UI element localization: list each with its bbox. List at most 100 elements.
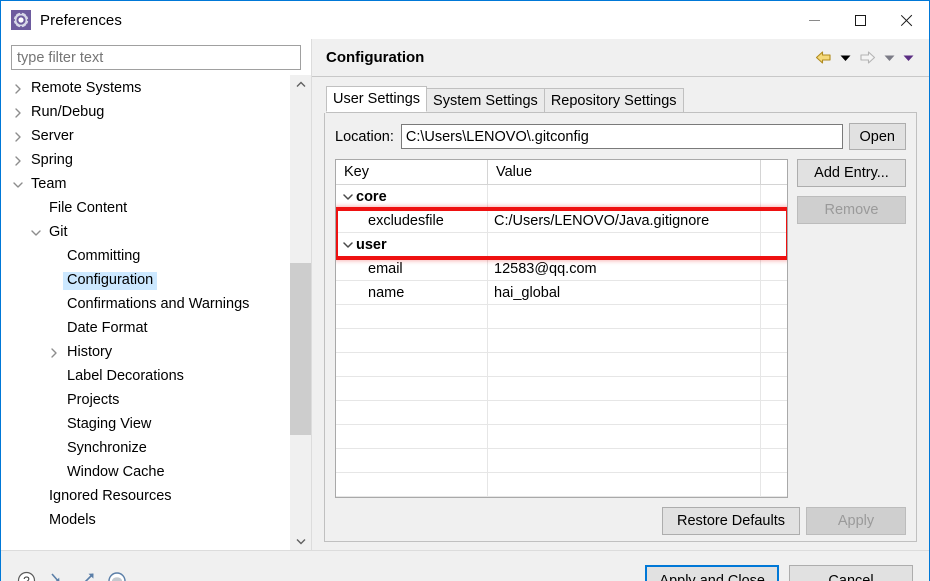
table-body[interactable]: core excludesfile C:/Users/LENOVO/Java.git… xyxy=(336,185,787,497)
table-row[interactable]: excludesfile C:/Users/LENOVO/Java.gitigno… xyxy=(336,209,787,233)
forward-button xyxy=(856,48,879,67)
table-column-header[interactable] xyxy=(761,160,787,184)
sidebar-item-projects[interactable]: Projects xyxy=(1,389,289,413)
tab-repository-settings[interactable]: Repository Settings xyxy=(543,88,684,112)
table-cell-key xyxy=(336,473,488,496)
config-table-area: Key Value core excludesfile C:/Users/LENOVO… xyxy=(335,159,906,498)
tree-scrollbar[interactable] xyxy=(289,75,311,550)
forward-history-menu-button[interactable] xyxy=(881,52,898,64)
sidebar-item-ignored-resources[interactable]: Ignored Resources xyxy=(1,485,289,509)
sidebar-item-synchronize[interactable]: Synchronize xyxy=(1,437,289,461)
table-row-empty[interactable] xyxy=(336,329,787,353)
help-icon: ? xyxy=(17,571,36,581)
sidebar-item-label-decorations[interactable]: Label Decorations xyxy=(1,365,289,389)
sidebar-item-server[interactable]: Server xyxy=(1,125,289,149)
sidebar-item-label: Label Decorations xyxy=(67,368,184,385)
sidebar-item-label: Models xyxy=(49,512,96,529)
cancel-button[interactable]: Cancel xyxy=(789,565,913,581)
sidebar-item-window-cache[interactable]: Window Cache xyxy=(1,461,289,485)
scroll-up-button[interactable] xyxy=(290,75,311,93)
sidebar-item-file-content[interactable]: File Content xyxy=(1,197,289,221)
preferences-tree[interactable]: Remote Systems Run/Debug Server Spring Team F… xyxy=(1,75,289,550)
chevron-down-icon[interactable] xyxy=(9,180,27,190)
sidebar-item-committing[interactable]: Committing xyxy=(1,245,289,269)
table-cell-value xyxy=(488,233,761,256)
sidebar-item-history[interactable]: History xyxy=(1,341,289,365)
import-button[interactable] xyxy=(45,571,67,581)
oomph-record-button[interactable] xyxy=(107,571,127,581)
table-cell-key-text: email xyxy=(368,260,403,277)
tab-label: User Settings xyxy=(333,91,421,107)
add-entry-button[interactable]: Add Entry... xyxy=(797,159,906,187)
maximize-icon xyxy=(854,14,866,26)
chevron-right-icon xyxy=(51,348,57,358)
chevron-down-icon[interactable] xyxy=(340,192,356,202)
back-history-menu-button[interactable] xyxy=(837,52,854,64)
minimize-button[interactable] xyxy=(791,1,837,39)
table-column-header[interactable]: Key xyxy=(336,160,488,184)
chevron-down-icon[interactable] xyxy=(340,240,356,250)
sidebar-item-team[interactable]: Team xyxy=(1,173,289,197)
navigation-pane: Remote Systems Run/Debug Server Spring Team F… xyxy=(1,39,311,550)
preferences-dialog: Preferences Remote Systems Run/Debug Serve… xyxy=(0,0,930,581)
panel-buttons: Restore Defaults Apply xyxy=(335,498,906,535)
table-cell-key xyxy=(336,305,488,328)
table-cell-key: core xyxy=(336,185,488,208)
help-button[interactable]: ? xyxy=(17,571,36,581)
table-row-empty[interactable] xyxy=(336,449,787,473)
sidebar-item-models[interactable]: Models xyxy=(1,509,289,533)
table-row-empty[interactable] xyxy=(336,425,787,449)
scroll-down-button[interactable] xyxy=(290,532,311,550)
window-controls xyxy=(791,1,929,39)
sidebar-item-configuration[interactable]: Configuration xyxy=(1,269,289,293)
table-side-buttons: Add Entry... Remove xyxy=(788,159,906,498)
table-row-empty[interactable] xyxy=(336,305,787,329)
table-row[interactable]: core xyxy=(336,185,787,209)
apply-and-close-button[interactable]: Apply and Close xyxy=(645,565,779,581)
table-row-empty[interactable] xyxy=(336,401,787,425)
dialog-action-buttons: Apply and Close Cancel xyxy=(645,565,913,581)
sidebar-item-git[interactable]: Git xyxy=(1,221,289,245)
close-button[interactable] xyxy=(883,1,929,39)
table-cell-extra xyxy=(761,329,787,352)
restore-defaults-button[interactable]: Restore Defaults xyxy=(662,507,800,535)
sidebar-item-spring[interactable]: Spring xyxy=(1,149,289,173)
sidebar-item-staging-view[interactable]: Staging View xyxy=(1,413,289,437)
table-row-empty[interactable] xyxy=(336,377,787,401)
maximize-button[interactable] xyxy=(837,1,883,39)
chevron-down-icon[interactable] xyxy=(27,228,45,238)
sidebar-item-remote-systems[interactable]: Remote Systems xyxy=(1,77,289,101)
scroll-thumb[interactable] xyxy=(290,263,311,435)
table-cell-extra xyxy=(761,353,787,376)
table-cell-extra xyxy=(761,473,787,496)
table-cell-extra xyxy=(761,233,787,256)
sidebar-item-run-debug[interactable]: Run/Debug xyxy=(1,101,289,125)
table-row[interactable]: user xyxy=(336,233,787,257)
config-table[interactable]: Key Value core excludesfile C:/Users/LENOVO… xyxy=(335,159,788,498)
chevron-right-icon[interactable] xyxy=(9,108,27,118)
table-row[interactable]: email 12583@qq.com xyxy=(336,257,787,281)
sidebar-item-date-format[interactable]: Date Format xyxy=(1,317,289,341)
sidebar-item-label: Run/Debug xyxy=(31,104,105,121)
table-row[interactable]: name hai_global xyxy=(336,281,787,305)
chevron-right-icon[interactable] xyxy=(9,156,27,166)
export-button[interactable] xyxy=(76,571,98,581)
settings-tabs[interactable]: User Settings System Settings Repository S… xyxy=(326,86,917,113)
chevron-right-icon[interactable] xyxy=(9,84,27,94)
tab-user-settings[interactable]: User Settings xyxy=(326,86,428,112)
chevron-right-icon[interactable] xyxy=(45,348,63,358)
tab-system-settings[interactable]: System Settings xyxy=(426,88,545,112)
table-row-empty[interactable] xyxy=(336,353,787,377)
back-button[interactable] xyxy=(812,48,835,67)
view-menu-button[interactable] xyxy=(900,52,917,64)
filter-input[interactable] xyxy=(11,45,301,70)
open-button[interactable]: Open xyxy=(848,123,906,150)
table-header-row: Key Value xyxy=(336,160,787,185)
table-column-header[interactable]: Value xyxy=(488,160,761,184)
tab-label: Repository Settings xyxy=(550,92,677,109)
table-cell-key xyxy=(336,425,488,448)
table-row-empty[interactable] xyxy=(336,473,787,497)
sidebar-item-confirmations-and-warnings[interactable]: Confirmations and Warnings xyxy=(1,293,289,317)
chevron-right-icon[interactable] xyxy=(9,132,27,142)
location-input[interactable] xyxy=(400,124,843,149)
